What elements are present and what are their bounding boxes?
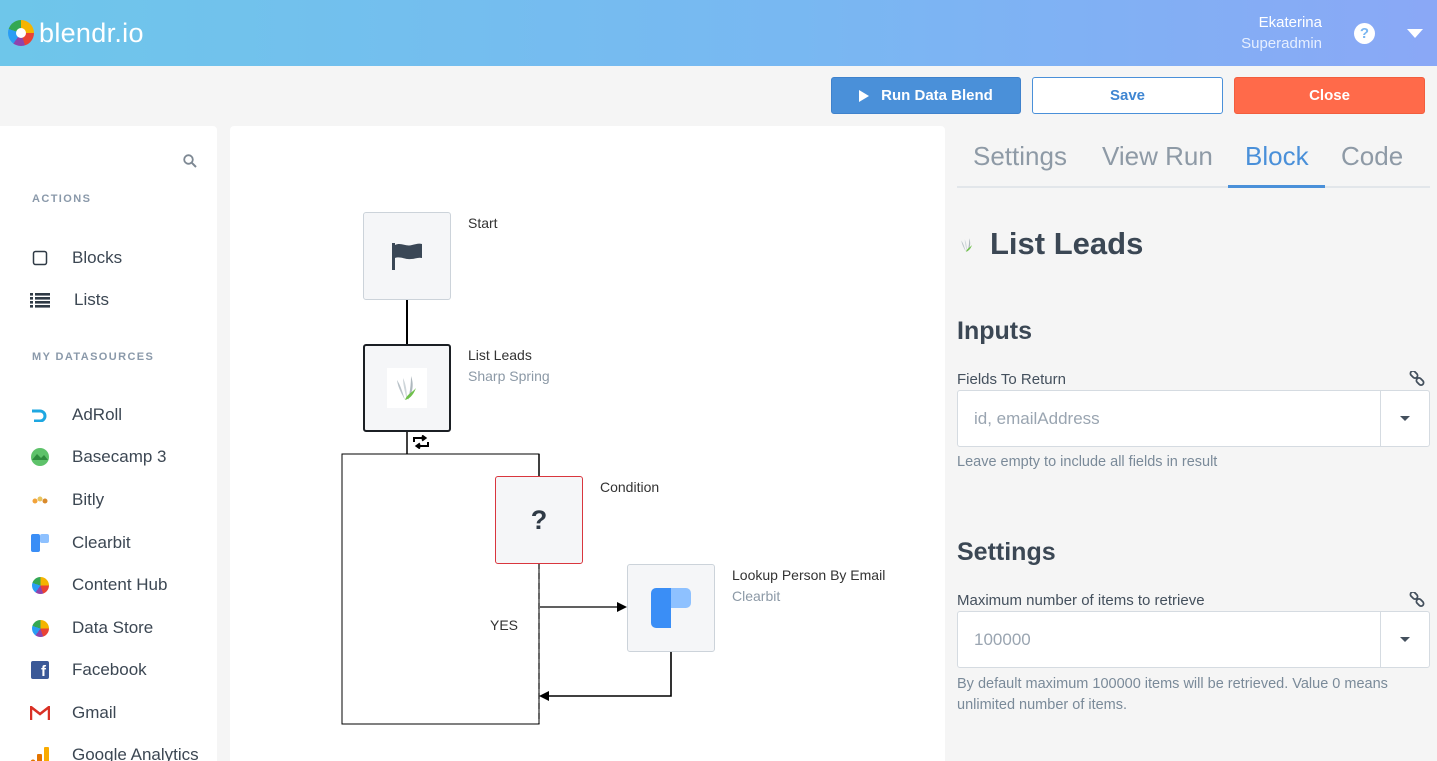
max-items-input[interactable]: 100000	[957, 611, 1381, 668]
max-items-hint: By default maximum 100000 items will be …	[957, 676, 1388, 713]
list-leads-node-subtitle: Sharp Spring	[468, 368, 550, 384]
flow-canvas[interactable]: Start List Leads Sharp Spring ? Conditio…	[230, 126, 945, 761]
sidebar-item-clearbit[interactable]: Clearbit	[30, 531, 131, 555]
block-title: List Leads	[990, 226, 1144, 261]
fields-to-return-label: Fields To Return	[957, 371, 1066, 388]
top-bar: blendr.io Ekaterina Superadmin ?	[0, 0, 1437, 66]
link-icon[interactable]	[1409, 371, 1425, 387]
sidebar-item-label: Clearbit	[72, 533, 131, 552]
chevron-down-icon[interactable]	[1407, 29, 1423, 38]
sidebar-item-gmail[interactable]: Gmail	[30, 701, 116, 725]
fields-dropdown-button[interactable]	[1380, 390, 1430, 447]
tab-block[interactable]: Block	[1245, 141, 1309, 172]
basecamp-icon	[30, 447, 50, 467]
flag-icon	[392, 243, 422, 270]
inputs-heading: Inputs	[957, 317, 1032, 345]
max-items-label: Maximum number of items to retrieve	[957, 592, 1205, 609]
caret-down-icon	[1400, 416, 1410, 421]
start-node[interactable]	[363, 212, 451, 300]
fields-hint: Leave empty to include all fields in res…	[957, 454, 1218, 470]
sidebar-item-lists[interactable]: Lists	[30, 288, 109, 312]
tab-active-indicator	[1228, 185, 1325, 188]
sidebar-item-label: Data Store	[72, 618, 154, 637]
sidebar-item-adroll[interactable]: AdRoll	[30, 403, 122, 427]
sidebar-item-bitly[interactable]: Bitly	[30, 488, 104, 512]
datasources-section-label: MY DATASOURCES	[32, 351, 155, 363]
sidebar-item-basecamp[interactable]: Basecamp 3	[30, 445, 167, 469]
blendr-icon	[30, 618, 50, 638]
search-icon[interactable]	[183, 154, 197, 168]
google-analytics-icon	[30, 745, 50, 761]
loop-icon	[413, 435, 429, 449]
list-leads-node[interactable]	[363, 344, 451, 432]
sidebar-item-label: Google Analytics	[72, 745, 199, 761]
sidebar-item-label: Content Hub	[72, 575, 168, 594]
settings-heading: Settings	[957, 538, 1056, 566]
bitly-icon	[30, 490, 50, 510]
blendr-logo[interactable]: blendr.io	[8, 18, 144, 48]
lookup-person-node[interactable]	[627, 564, 715, 652]
flow-connectors	[341, 300, 672, 725]
user-role: Superadmin	[1241, 35, 1322, 52]
condition-node[interactable]: ?	[495, 476, 583, 564]
caret-down-icon	[1400, 637, 1410, 642]
sidebar-item-label: Bitly	[72, 490, 105, 509]
actions-section-label: ACTIONS	[32, 193, 92, 205]
fields-to-return-input[interactable]: id, emailAddress	[957, 390, 1381, 447]
sidebar-item-facebook[interactable]: f Facebook	[30, 658, 147, 682]
lookup-node-subtitle: Clearbit	[732, 588, 781, 604]
sidebar-item-label: Lists	[74, 290, 109, 309]
list-icon	[30, 290, 50, 310]
close-button[interactable]: Close	[1234, 77, 1425, 114]
sidebar-item-content-hub[interactable]: Content Hub	[30, 573, 167, 597]
adroll-icon	[30, 405, 50, 425]
link-icon[interactable]	[1409, 592, 1425, 608]
lookup-node-title: Lookup Person By Email	[732, 567, 886, 583]
sidebar-item-label: AdRoll	[72, 405, 123, 424]
user-name[interactable]: Ekaterina	[1259, 14, 1322, 31]
sidebar-item-label: Blocks	[72, 248, 123, 267]
sharpspring-icon	[957, 234, 977, 256]
clearbit-icon	[30, 533, 50, 553]
sidebar: ACTIONS Blocks Lists MY DATASOURCES AdRo…	[0, 126, 217, 761]
sharpspring-icon	[387, 368, 427, 408]
square-icon	[30, 248, 50, 268]
list-leads-node-title: List Leads	[468, 347, 532, 363]
save-button[interactable]: Save	[1032, 77, 1223, 114]
logo-text: blendr.io	[39, 18, 144, 48]
help-icon[interactable]: ?	[1354, 23, 1375, 44]
clearbit-icon	[651, 588, 691, 628]
tab-settings[interactable]: Settings	[973, 141, 1067, 172]
gmail-icon	[30, 703, 50, 723]
run-button-label: Run Data Blend	[881, 87, 993, 104]
sidebar-item-data-store[interactable]: Data Store	[30, 616, 153, 640]
sidebar-item-blocks[interactable]: Blocks	[30, 246, 122, 270]
play-icon	[859, 89, 870, 102]
sidebar-item-label: Gmail	[72, 703, 117, 722]
condition-node-title: Condition	[600, 479, 660, 495]
facebook-icon: f	[30, 660, 50, 680]
sidebar-item-label: Facebook	[72, 660, 147, 679]
tab-code[interactable]: Code	[1341, 141, 1403, 172]
tab-divider	[957, 186, 1430, 188]
blendr-icon	[30, 575, 50, 595]
run-data-blend-button[interactable]: Run Data Blend	[831, 77, 1021, 114]
blendr-logo-icon	[8, 20, 34, 46]
start-node-title: Start	[468, 215, 498, 231]
max-items-dropdown-button[interactable]	[1380, 611, 1430, 668]
question-mark-icon: ?	[530, 504, 548, 535]
yes-branch-label: YES	[490, 617, 519, 633]
tab-view-run[interactable]: View Run	[1102, 141, 1213, 172]
sidebar-item-label: Basecamp 3	[72, 447, 167, 466]
sidebar-item-google-analytics[interactable]: Google Analytics	[30, 743, 199, 761]
